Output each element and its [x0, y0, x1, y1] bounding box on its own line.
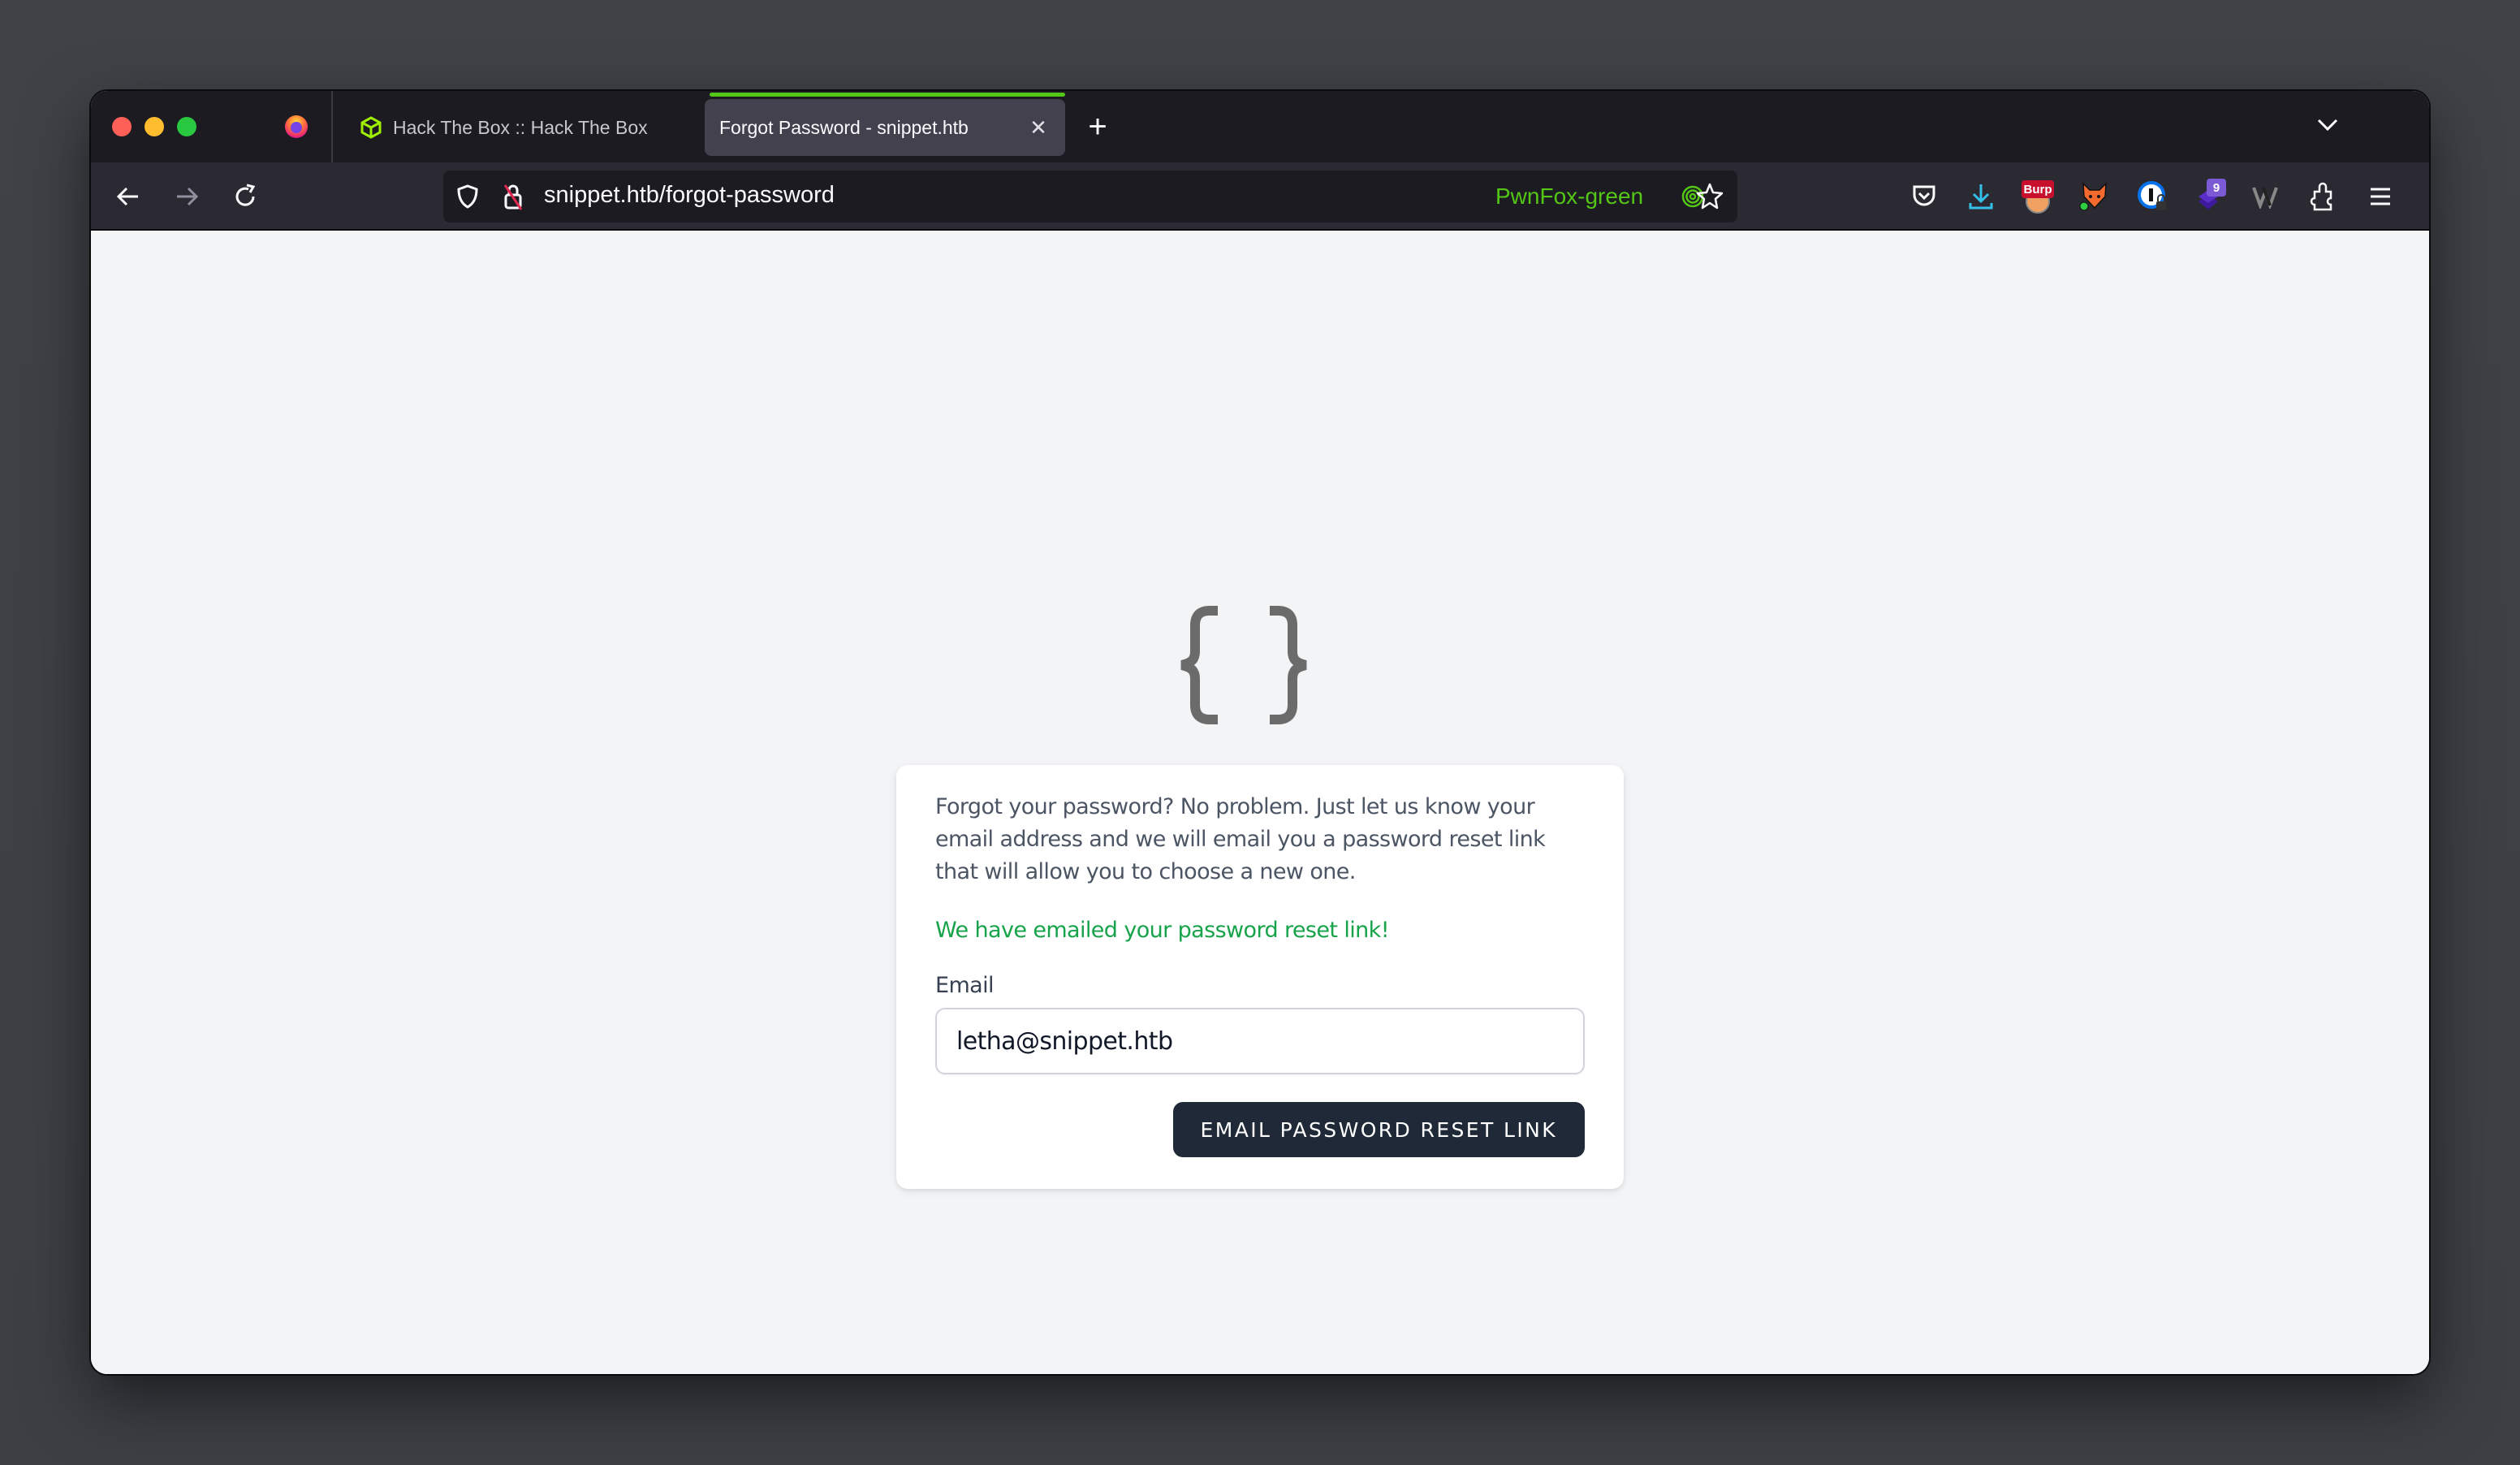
forward-button[interactable] [170, 180, 203, 213]
browser-window: Hack The Box :: Hack The Box ✕ Forgot Pa… [91, 91, 2429, 1374]
extensions-button[interactable] [2306, 179, 2341, 214]
form-actions: Email Password Reset Link [935, 1102, 1585, 1157]
pocket-icon [1913, 185, 1935, 206]
pocket-button[interactable] [1906, 179, 1942, 214]
instructions-text: Forgot your password? No problem. Just l… [935, 794, 1546, 884]
app-menu-button[interactable] [2362, 179, 2398, 214]
burp-extension-button[interactable]: Burp [2020, 179, 2056, 214]
layers-icon: 9 [2199, 179, 2226, 210]
fox-icon [2079, 182, 2107, 211]
download-icon [1969, 184, 1993, 210]
layers-badge: 9 [2213, 181, 2220, 195]
insecure-lock-icon[interactable] [500, 182, 526, 211]
pwnfox-extension-button[interactable] [2077, 179, 2112, 214]
reload-icon [235, 184, 256, 206]
url-text[interactable]: snippet.htb/forgot-password [544, 182, 835, 209]
layers-extension-button[interactable]: 9 [2192, 179, 2228, 214]
arrow-right-icon [177, 187, 199, 206]
tab-title: Forgot Password - snippet.htb [719, 116, 969, 138]
close-tab-icon[interactable]: ✕ [1026, 115, 1051, 140]
puzzle-icon [2310, 182, 2332, 211]
burp-badge: Burp [2024, 183, 2052, 197]
tab-separator [331, 91, 333, 162]
email-label: Email [935, 973, 995, 998]
navigation-toolbar: snippet.htb/forgot-password PwnFox-green… [91, 162, 2429, 231]
container-label[interactable]: PwnFox-green [1495, 184, 1643, 210]
password-manager-button[interactable] [2135, 179, 2171, 214]
reload-button[interactable] [229, 180, 261, 213]
email-reset-link-button[interactable]: Email Password Reset Link [1172, 1102, 1585, 1157]
tab-forgot-password[interactable]: Forgot Password - snippet.htb ✕ [705, 99, 1065, 156]
password-manager-icon [2138, 181, 2166, 210]
address-bar[interactable]: snippet.htb/forgot-password PwnFox-green [443, 171, 1737, 223]
window-minimize-button[interactable] [145, 117, 164, 136]
window-maximize-button[interactable] [177, 117, 196, 136]
tab-bar: Hack The Box :: Hack The Box ✕ Forgot Pa… [91, 91, 2429, 162]
arrow-left-icon [116, 187, 138, 206]
success-message: We have emailed your password reset link… [935, 918, 1390, 943]
forgot-password-card: Forgot your password? No problem. Just l… [896, 765, 1624, 1189]
wappalyzer-button[interactable] [2249, 179, 2285, 214]
wappalyzer-icon [2252, 187, 2278, 209]
bookmark-star-icon[interactable] [1695, 182, 1724, 211]
downloads-button[interactable] [1963, 179, 1999, 214]
new-tab-button[interactable]: + [1083, 110, 1112, 143]
page-content: Forgot your password? No problem. Just l… [91, 231, 2429, 1374]
firefox-icon[interactable] [283, 112, 310, 140]
back-button[interactable] [112, 180, 145, 213]
active-tab-indicator [710, 93, 1065, 97]
curly-braces-logo [1180, 606, 1307, 724]
htb-cube-icon [360, 116, 382, 139]
hamburger-menu-icon [2371, 188, 2390, 205]
shield-icon[interactable] [455, 184, 481, 210]
chevron-down-icon[interactable] [2315, 115, 2340, 135]
burp-icon: Burp [2022, 180, 2054, 214]
window-close-button[interactable] [112, 117, 132, 136]
email-input[interactable] [935, 1008, 1585, 1074]
